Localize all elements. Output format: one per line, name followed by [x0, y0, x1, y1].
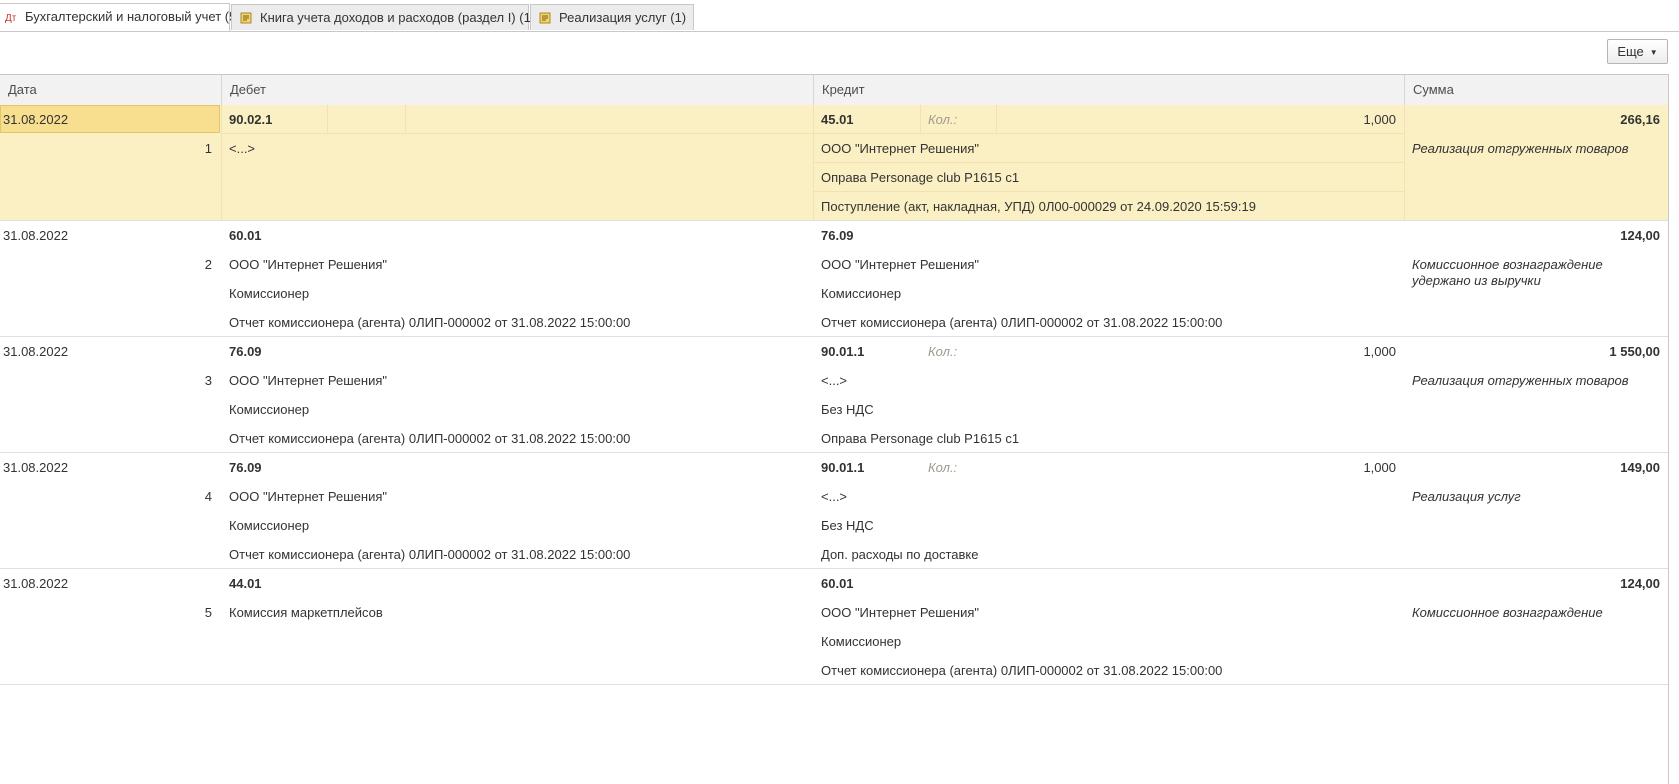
debit-subconto[interactable]: Отчет комиссионера (агента) 0ЛИП-000002 … [229, 540, 630, 569]
debit-account[interactable]: 90.02.1 [229, 105, 272, 134]
column-divider [405, 105, 406, 133]
debit-account[interactable]: 60.01 [229, 221, 262, 250]
debit-account[interactable]: 76.09 [229, 337, 262, 366]
column-divider [1404, 105, 1405, 221]
tab-services-sales[interactable]: Реализация услуг (1) [530, 4, 694, 30]
tab-bar: Дт Бухгалтерский и налоговый учет (5) Кн… [0, 0, 1679, 32]
more-button-label: Еще [1617, 44, 1644, 59]
posting-content[interactable]: Реализация услуг [1412, 489, 1642, 505]
amount[interactable]: 149,00 [1412, 453, 1660, 482]
row-number: 3 [204, 373, 212, 388]
table-row[interactable]: 31.08.2022 2 60.01 ООО "Интернет Решения" Ко… [0, 221, 1668, 337]
credit-subconto[interactable]: ООО "Интернет Решения" [821, 134, 979, 163]
credit-subconto[interactable]: <...> [821, 366, 847, 395]
table-header: Дата Дебет Кредит Сумма [0, 75, 1668, 106]
more-button[interactable]: Еще ▼ [1607, 39, 1668, 64]
qty-label: Кол.: [928, 112, 958, 127]
qty-label: Кол.: [928, 344, 958, 359]
debit-subconto[interactable]: Отчет комиссионера (агента) 0ЛИП-000002 … [229, 308, 630, 337]
row-date[interactable]: 31.08.2022 [3, 453, 68, 482]
tab-label: Бухгалтерский и налоговый учет (5) [25, 9, 241, 24]
tab-label: Реализация услуг (1) [559, 10, 687, 25]
register-icon [539, 12, 551, 24]
debit-subconto[interactable]: ООО "Интернет Решения" [229, 366, 387, 395]
credit-subconto[interactable]: ООО "Интернет Решения" [821, 250, 979, 279]
debit-account[interactable]: 76.09 [229, 453, 262, 482]
credit-subconto[interactable]: Без НДС [821, 395, 874, 424]
credit-account[interactable]: 76.09 [821, 221, 854, 250]
register-icon [240, 12, 252, 24]
credit-account[interactable]: 90.01.1 [821, 337, 864, 366]
credit-subconto[interactable]: Отчет комиссионера (агента) 0ЛИП-000002 … [821, 656, 1222, 685]
credit-subconto[interactable]: Без НДС [821, 511, 874, 540]
table-row[interactable]: 31.08.2022 4 76.09 ООО "Интернет Решения" Ко… [0, 453, 1668, 569]
credit-account[interactable]: 45.01 [821, 105, 854, 134]
column-divider [327, 105, 328, 133]
column-divider [221, 105, 222, 221]
posting-content[interactable]: Комиссионное вознаграждение удержано из … [1412, 257, 1642, 289]
amount[interactable]: 266,16 [1412, 105, 1660, 134]
debit-subconto[interactable]: ООО "Интернет Решения" [229, 482, 387, 511]
debit-account[interactable]: 44.01 [229, 569, 262, 598]
credit-subconto[interactable]: Оправа Personage club P1615 c1 [821, 163, 1019, 192]
credit-quantity[interactable]: 1,000 [1300, 337, 1396, 366]
credit-subconto[interactable]: Комиссионер [821, 279, 901, 308]
credit-subconto[interactable]: ООО "Интернет Решения" [821, 598, 979, 627]
svg-text:Дт: Дт [5, 13, 17, 23]
column-divider [996, 105, 997, 133]
debit-subconto[interactable]: Отчет комиссионера (агента) 0ЛИП-000002 … [229, 424, 630, 453]
credit-subconto[interactable]: <...> [821, 482, 847, 511]
debit-subconto[interactable]: Комиссия маркетплейсов [229, 598, 383, 627]
tab-label: Книга учета доходов и расходов (раздел I… [260, 10, 536, 25]
tab-accounting[interactable]: Дт Бухгалтерский и налоговый учет (5) [0, 3, 241, 31]
debit-subconto[interactable]: ООО "Интернет Решения" [229, 250, 387, 279]
row-number: 1 [204, 141, 212, 156]
table-row[interactable]: 31.08.2022 3 76.09 ООО "Интернет Решения" Ко… [0, 337, 1668, 453]
column-header-credit[interactable]: Кредит [813, 75, 1404, 105]
row-date[interactable]: 31.08.2022 [3, 105, 68, 134]
credit-subconto[interactable]: Поступление (акт, накладная, УПД) 0Л00-0… [821, 192, 1256, 221]
postings-table: Дата Дебет Кредит Сумма 31.08.2022 1 90.02… [0, 74, 1669, 784]
chevron-down-icon: ▼ [1649, 48, 1658, 58]
column-header-debit[interactable]: Дебет [221, 75, 813, 105]
debit-subconto[interactable]: <...> [229, 134, 255, 163]
credit-subconto[interactable]: Комиссионер [821, 627, 901, 656]
amount[interactable]: 124,00 [1412, 221, 1660, 250]
credit-quantity[interactable]: 1,000 [1300, 105, 1396, 134]
column-header-amount[interactable]: Сумма [1404, 75, 1668, 105]
accounting-entries-icon: Дт [5, 11, 17, 23]
posting-content[interactable]: Комиссионное вознаграждение [1412, 605, 1642, 621]
credit-account[interactable]: 60.01 [821, 569, 854, 598]
column-header-date[interactable]: Дата [0, 75, 220, 105]
row-number: 5 [204, 605, 212, 620]
amount[interactable]: 124,00 [1412, 569, 1660, 598]
row-date[interactable]: 31.08.2022 [3, 569, 68, 598]
credit-account[interactable]: 90.01.1 [821, 453, 864, 482]
table-row[interactable]: 31.08.2022 5 44.01 Комиссия маркетплейсов 60… [0, 569, 1668, 685]
amount[interactable]: 1 550,00 [1412, 337, 1660, 366]
row-date[interactable]: 31.08.2022 [3, 221, 68, 250]
qty-label: Кол.: [928, 460, 958, 475]
credit-subconto[interactable]: Оправа Personage club P1615 c1 [821, 424, 1019, 453]
credit-subconto[interactable]: Отчет комиссионера (агента) 0ЛИП-000002 … [821, 308, 1222, 337]
credit-quantity[interactable]: 1,000 [1300, 453, 1396, 482]
tab-income-book[interactable]: Книга учета доходов и расходов (раздел I… [231, 4, 535, 30]
table-row[interactable]: 31.08.2022 1 90.02.1 <...> 45.01 Кол.: 1,000 ОО… [0, 105, 1668, 221]
posting-content[interactable]: Реализация отгруженных товаров [1412, 373, 1642, 389]
column-divider [813, 105, 814, 221]
row-number: 4 [204, 489, 212, 504]
debit-subconto[interactable]: Комиссионер [229, 511, 309, 540]
row-number: 2 [204, 257, 212, 272]
debit-subconto[interactable]: Комиссионер [229, 395, 309, 424]
debit-subconto[interactable]: Комиссионер [229, 279, 309, 308]
credit-subconto[interactable]: Доп. расходы по доставке [821, 540, 978, 569]
column-divider [920, 105, 921, 133]
row-date[interactable]: 31.08.2022 [3, 337, 68, 366]
posting-content[interactable]: Реализация отгруженных товаров [1412, 141, 1642, 157]
